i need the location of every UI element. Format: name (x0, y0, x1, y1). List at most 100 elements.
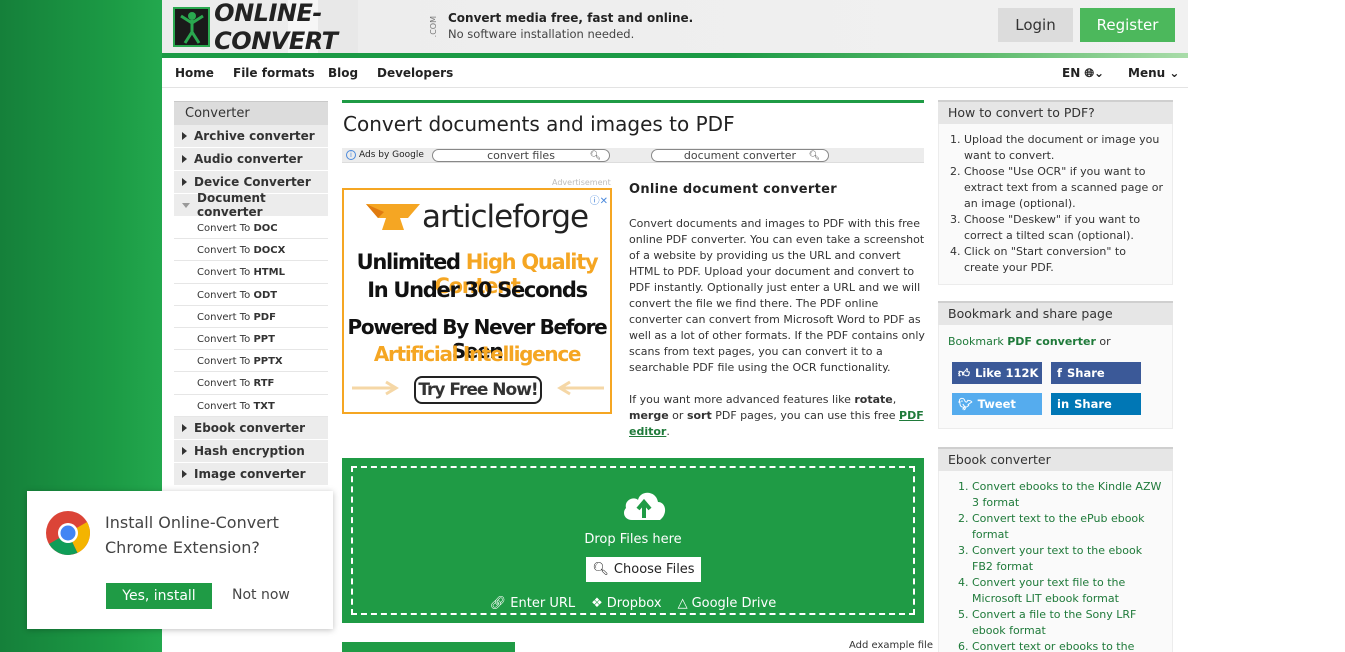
ad-text: Unlimited (356, 250, 466, 274)
nav-blog[interactable]: Blog (328, 66, 358, 80)
page-title: Convert documents and images to PDF (343, 112, 735, 136)
sidebar-subitem-docx[interactable]: Convert To DOCX (174, 239, 328, 262)
tagline-sub: No software installation needed. (448, 27, 635, 41)
subitem-format: DOC (253, 223, 278, 234)
register-button[interactable]: Register (1080, 8, 1175, 42)
sidebar-subitem-doc[interactable]: Convert To DOC (174, 217, 328, 240)
subitem-format: TXT (253, 400, 275, 412)
document-submenu: Convert To DOC Convert To DOCX Convert To … (174, 217, 328, 417)
sidebar-item-audio[interactable]: Audio converter (174, 148, 328, 171)
tweet-label: Tweet (977, 397, 1016, 411)
caret-right-icon (182, 469, 187, 478)
nav-developers[interactable]: Developers (377, 66, 453, 80)
ads-by-google[interactable]: i Ads by Google (346, 150, 424, 160)
ebook-link[interactable]: Convert ebooks to the Kindle AZW 3 forma… (972, 479, 1164, 511)
ebook-link[interactable]: Convert text or ebooks to the (972, 639, 1164, 652)
subitem-prefix: Convert To (197, 311, 251, 323)
ebook-link[interactable]: Convert your text to the ebook FB2 forma… (972, 543, 1164, 575)
nav-home[interactable]: Home (175, 66, 214, 80)
subitem-prefix: Convert To (197, 400, 251, 412)
menu-toggle[interactable]: Menu ⌄ (1128, 66, 1179, 80)
twitter-tweet-button[interactable]: 🐦︎ Tweet (952, 393, 1042, 415)
file-dropzone[interactable]: Drop Files here 🔍︎ Choose Files 🔗︎ Enter U… (342, 458, 924, 623)
sidebar-item-archive[interactable]: Archive converter (174, 125, 328, 148)
language-code: EN (1062, 66, 1081, 80)
ad-brand: articleforge (364, 198, 589, 236)
dropbox-link[interactable]: ❖ Dropbox (591, 596, 661, 611)
sidebar-item-image[interactable]: Image converter (174, 462, 328, 486)
choose-files-button[interactable]: 🔍︎ Choose Files (586, 557, 701, 582)
howto-title: How to convert to PDF? (938, 100, 1173, 124)
advertisement-label: Advertisement (552, 178, 611, 187)
site-logo[interactable]: ONLINE-CONVERT .COM (173, 0, 438, 55)
sidebar-item-ebook[interactable]: Ebook converter (174, 416, 328, 440)
ebook-title: Ebook converter (938, 447, 1173, 471)
menu-label: Menu (1128, 66, 1166, 80)
twitter-icon: 🐦︎ (958, 397, 973, 411)
subitem-prefix: Convert To (197, 223, 251, 234)
pdf-converter-link[interactable]: PDF converter (1007, 335, 1096, 348)
howto-step: Choose "Deskew" if you want to correct a… (964, 212, 1164, 244)
tagline-main: Convert media free, fast and online. (448, 11, 694, 25)
sidebar-subitem-ppt[interactable]: Convert To PPT (174, 327, 328, 351)
ad-pill-label: document converter (683, 149, 797, 162)
chevron-down-icon: ⌄ (1094, 66, 1105, 80)
popup-line-1: Install Online-Convert (105, 513, 279, 532)
sidebar-subitem-html[interactable]: Convert To HTML (174, 261, 328, 284)
linkedin-icon: in (1057, 397, 1070, 411)
sidebar-item-label: Ebook converter (194, 420, 306, 435)
fb-like-label: Like 112K (975, 366, 1039, 380)
sidebar-item-document[interactable]: Document converter (174, 191, 328, 219)
caret-right-icon (182, 132, 187, 140)
ebook-link[interactable]: Convert a file to the Sony LRF ebook for… (972, 607, 1164, 639)
add-example-file-link[interactable]: Add example file (849, 640, 933, 651)
sidebar-subitem-pdf[interactable]: Convert To PDF (174, 305, 328, 328)
language-selector[interactable]: EN 🌐︎⌄ (1062, 66, 1104, 81)
subitem-format: PDF (253, 311, 276, 323)
upload-sources: 🔗︎ Enter URL ❖ Dropbox △ Google Drive (353, 596, 913, 611)
login-button[interactable]: Login (998, 8, 1073, 42)
subitem-format: DOCX (253, 245, 286, 257)
howto-step: Upload the document or image you want to… (964, 132, 1164, 164)
ebook-link[interactable]: Convert text to the ePub ebook format (972, 511, 1164, 543)
facebook-like-button[interactable]: 👍︎ Like 112K (952, 362, 1042, 384)
subitem-prefix: Convert To (197, 333, 251, 345)
google-drive-label: Google Drive (691, 596, 777, 611)
facebook-share-button[interactable]: f Share (1051, 362, 1141, 384)
facebook-icon: f (1057, 366, 1063, 380)
ad-headline-2: In Under 30 Seconds (367, 278, 588, 302)
sidebar-subitem-pptx[interactable]: Convert To PPTX (174, 350, 328, 373)
subitem-prefix: Convert To (197, 245, 251, 257)
drop-files-text: Drop Files here (584, 532, 682, 547)
sidebar-item-hash[interactable]: Hash encryption (174, 439, 328, 463)
subitem-format: HTML (253, 267, 285, 279)
sidebar-subitem-odt[interactable]: Convert To ODT (174, 283, 328, 306)
dropbox-icon: ❖ (591, 596, 603, 611)
ad-choices-icon[interactable]: ⓘ✕ (590, 192, 608, 207)
title-rule (342, 100, 924, 103)
chrome-icon (46, 511, 90, 555)
tagline: Convert media free, fast and online. No … (448, 10, 693, 42)
enter-url-link[interactable]: 🔗︎ Enter URL (490, 596, 575, 611)
sidebar-subitem-rtf[interactable]: Convert To RTF (174, 372, 328, 395)
caret-right-icon (182, 178, 187, 186)
linkedin-share-button[interactable]: in Share (1051, 393, 1141, 415)
caret-right-icon (182, 423, 187, 432)
install-extension-button[interactable]: Yes, install (106, 583, 212, 609)
google-drive-link[interactable]: △ Google Drive (678, 596, 777, 611)
feature-sort: sort (686, 409, 712, 422)
ad-cta-button[interactable]: Try Free Now! (414, 376, 542, 404)
main-navigation: Home File formats Blog Developers EN 🌐︎⌄… (162, 58, 1188, 88)
caret-right-icon (182, 446, 187, 455)
ad-pill-document-converter[interactable]: document converter 🔍︎ (651, 149, 829, 162)
sidebar-item-label: Image converter (194, 466, 306, 481)
subitem-prefix: Convert To (197, 289, 251, 301)
google-drive-icon: △ (677, 596, 688, 611)
nav-file-formats[interactable]: File formats (233, 66, 315, 80)
sidebar-subitem-txt[interactable]: Convert To TXT (174, 394, 328, 417)
logo-suffix: .COM (429, 16, 438, 38)
ad-banner[interactable]: ⓘ✕ articleforge Unlimited High Quality C… (342, 188, 612, 414)
ebook-link[interactable]: Convert your text file to the Microsoft … (972, 575, 1164, 607)
ad-pill-convert-files[interactable]: convert files 🔍︎ (432, 149, 610, 162)
not-now-button[interactable]: Not now (232, 587, 290, 603)
